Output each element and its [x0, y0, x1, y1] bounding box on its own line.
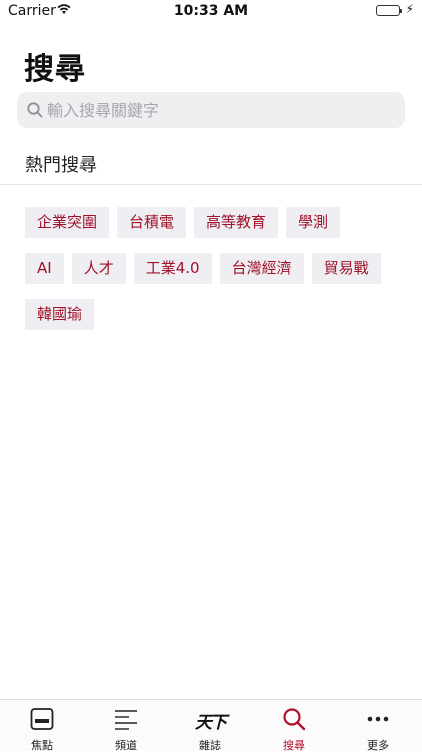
- magazine-logo-icon: 天下: [195, 713, 227, 733]
- search-icon: [27, 102, 43, 118]
- search-bar[interactable]: [17, 92, 405, 128]
- focus-icon: [30, 708, 54, 730]
- tab-focus[interactable]: 焦點: [0, 700, 84, 752]
- hot-search-heading: 熱門搜尋: [25, 155, 97, 176]
- tab-magazine[interactable]: 天下 雜誌: [168, 700, 252, 752]
- search-icon: [283, 708, 306, 731]
- tag-taiwan-economy[interactable]: 台灣經濟: [219, 253, 304, 284]
- tag-college-exam[interactable]: 學測: [286, 207, 341, 238]
- tag-row: 企業突圍 台積電 高等教育 學測: [25, 207, 405, 238]
- tag-higher-education[interactable]: 高等教育: [194, 207, 279, 238]
- tab-channels[interactable]: 頻道: [84, 700, 168, 752]
- charging-icon: ⚡: [405, 2, 414, 16]
- tab-label: 更多: [367, 739, 389, 752]
- tab-bar: 焦點 頻道 天下 雜誌 搜尋 更多: [0, 699, 422, 752]
- tab-search[interactable]: 搜尋: [252, 700, 336, 752]
- clock: 10:33 AM: [173, 3, 249, 19]
- tab-label: 焦點: [31, 739, 53, 752]
- channels-menu-icon: [115, 710, 137, 730]
- battery-icon: [376, 5, 402, 16]
- status-bar: Carrier 10:33 AM ⚡: [0, 0, 422, 22]
- tag-trade-war[interactable]: 貿易戰: [311, 253, 381, 284]
- tab-label: 頻道: [115, 739, 137, 752]
- tag-talent[interactable]: 人才: [71, 253, 126, 284]
- page-title: 搜尋: [24, 52, 86, 87]
- more-icon: [367, 716, 389, 722]
- tag-han-kuo-yu[interactable]: 韓國瑜: [25, 299, 95, 330]
- tab-label: 雜誌: [199, 739, 221, 752]
- tag-ai[interactable]: AI: [25, 253, 64, 284]
- tag-tsmc[interactable]: 台積電: [117, 207, 187, 238]
- tab-label: 搜尋: [283, 739, 305, 752]
- tag-row: AI 人才 工業4.0 台灣經濟 貿易戰: [25, 253, 405, 284]
- tag-row: 韓國瑜: [25, 299, 405, 330]
- tag-enterprise-breakthrough[interactable]: 企業突圍: [25, 207, 110, 238]
- tag-industry-4[interactable]: 工業4.0: [133, 253, 212, 284]
- divider: [0, 184, 422, 185]
- search-input[interactable]: [47, 92, 397, 128]
- hot-search-tags: 企業突圍 台積電 高等教育 學測 AI 人才 工業4.0 台灣經濟 貿易戰 韓國…: [25, 207, 405, 345]
- tab-more[interactable]: 更多: [336, 700, 420, 752]
